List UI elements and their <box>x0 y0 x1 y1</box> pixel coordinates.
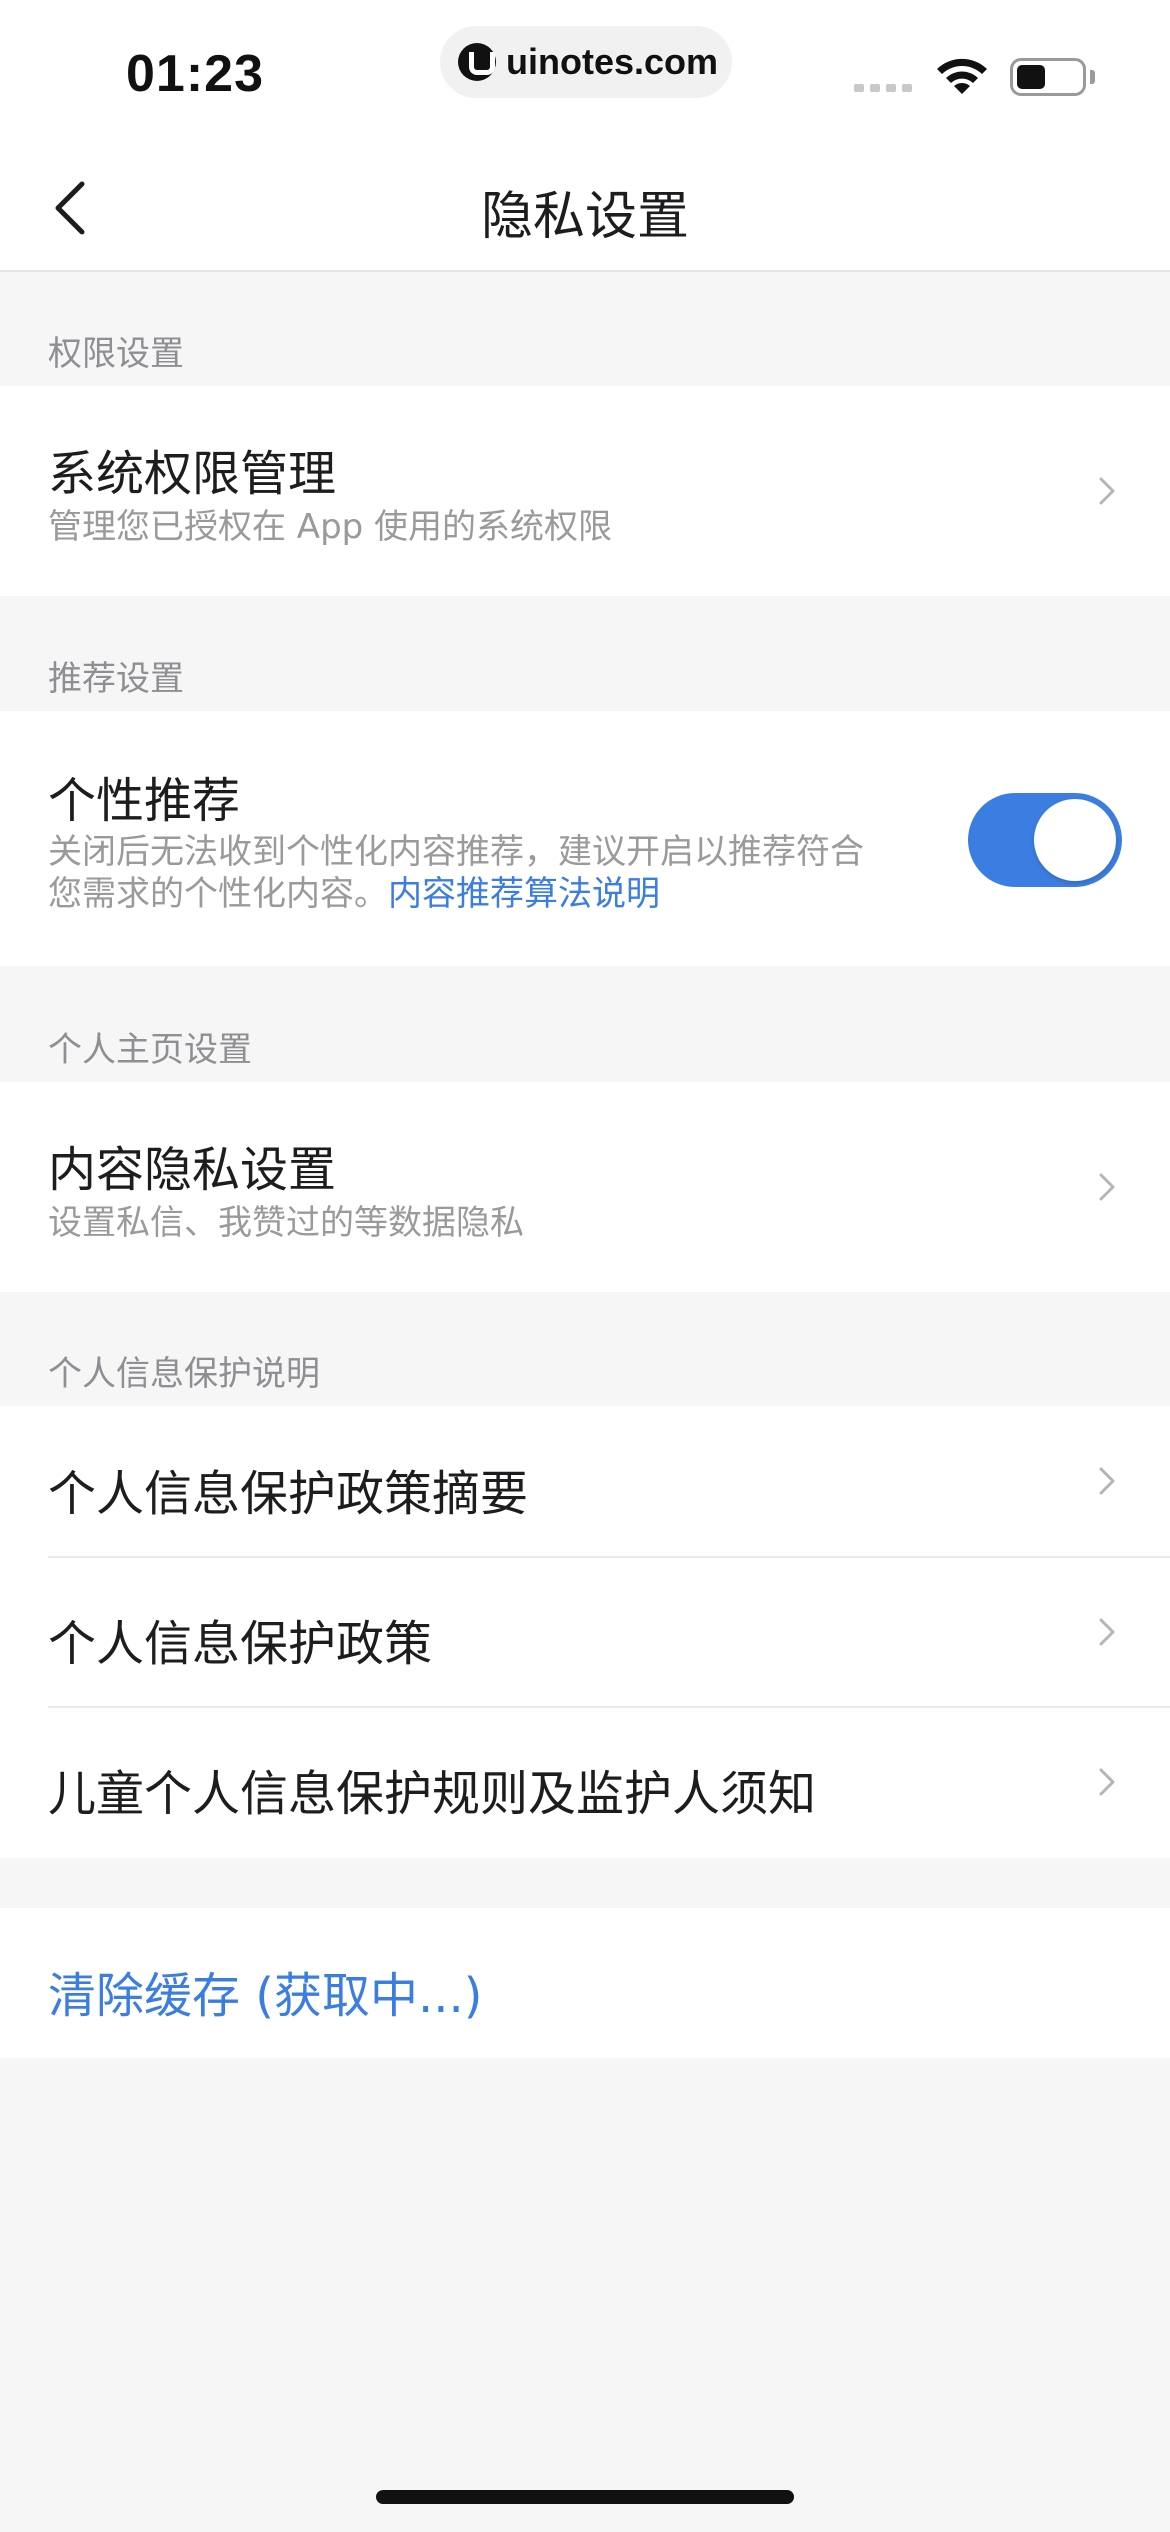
section-label-profile: 个人主页设置 <box>48 1030 252 1070</box>
row-privacy-policy[interactable]: 个人信息保护政策 <box>0 1558 1170 1706</box>
status-time: 01:23 <box>126 45 264 103</box>
protection-card: 个人信息保护政策摘要 个人信息保护政策 儿童个人信息保护规则及监护人须知 <box>0 1406 1170 1858</box>
section-label-permission: 权限设置 <box>48 334 184 374</box>
clear-cache-button[interactable]: 清除缓存 (获取中...) <box>48 1956 483 2026</box>
row-system-permission[interactable]: 系统权限管理 管理您已授权在 App 使用的系统权限 <box>0 386 1170 596</box>
site-logo-icon <box>458 43 496 81</box>
home-indicator[interactable] <box>376 2490 794 2504</box>
row-subtitle: 关闭后无法收到个性化内容推荐，建议开启以推荐符合 您需求的个性化内容。内容推荐算… <box>48 831 948 915</box>
algorithm-explanation-link[interactable]: 内容推荐算法说明 <box>388 874 660 914</box>
personalized-recommend-toggle[interactable] <box>968 793 1122 887</box>
row-title: 内容隐私设置 <box>48 1142 337 1198</box>
chevron-right-icon <box>1099 1768 1115 1796</box>
chevron-right-icon <box>1099 1618 1115 1646</box>
battery-icon <box>1010 58 1086 96</box>
chevron-right-icon <box>1099 477 1115 505</box>
recommend-desc-line1: 关闭后无法收到个性化内容推荐，建议开启以推荐符合 <box>48 832 864 872</box>
nav-bar: 隐私设置 <box>0 140 1170 272</box>
row-content-privacy[interactable]: 内容隐私设置 设置私信、我赞过的等数据隐私 <box>0 1082 1170 1292</box>
row-personalized-recommend: 个性推荐 关闭后无法收到个性化内容推荐，建议开启以推荐符合 您需求的个性化内容。… <box>0 711 1170 966</box>
row-title: 系统权限管理 <box>48 446 337 502</box>
section-label-protection: 个人信息保护说明 <box>48 1354 320 1394</box>
clear-cache-row[interactable]: 清除缓存 (获取中...) <box>0 1908 1170 2058</box>
row-title: 个人信息保护政策摘要 <box>48 1466 529 1522</box>
row-title: 个人信息保护政策 <box>48 1616 433 1672</box>
wifi-icon <box>937 58 987 94</box>
section-label-recommend: 推荐设置 <box>48 659 184 699</box>
row-title: 儿童个人信息保护规则及监护人须知 <box>48 1766 817 1822</box>
row-children-policy[interactable]: 儿童个人信息保护规则及监护人须知 <box>0 1708 1170 1858</box>
row-policy-summary[interactable]: 个人信息保护政策摘要 <box>0 1406 1170 1556</box>
recommend-desc-line2: 您需求的个性化内容。 <box>48 874 388 914</box>
url-pill[interactable]: uinotes.com <box>440 26 732 98</box>
row-subtitle: 管理您已授权在 App 使用的系统权限 <box>48 507 613 547</box>
url-text: uinotes.com <box>506 41 719 82</box>
chevron-right-icon <box>1099 1467 1115 1495</box>
toggle-knob <box>1034 799 1116 881</box>
cellular-signal-icon <box>854 84 912 92</box>
chevron-right-icon <box>1099 1173 1115 1201</box>
battery-tip <box>1090 70 1095 84</box>
row-title: 个性推荐 <box>48 773 241 829</box>
status-bar: 01:23 uinotes.com <box>0 0 1170 140</box>
page-title: 隐私设置 <box>480 187 689 247</box>
row-subtitle: 设置私信、我赞过的等数据隐私 <box>48 1203 524 1243</box>
